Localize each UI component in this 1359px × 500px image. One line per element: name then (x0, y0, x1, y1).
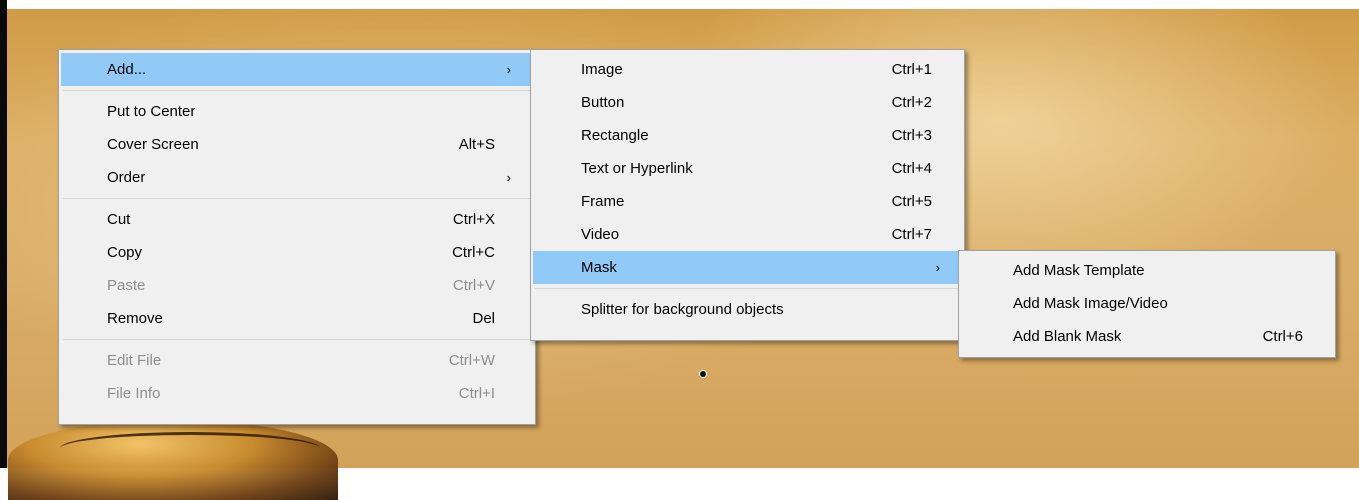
menu-item-label: Mask (581, 259, 617, 276)
menu-item-label: File Info (107, 385, 161, 402)
menu-item-label: Copy (107, 244, 143, 261)
menu-item-text-or-hyperlink[interactable]: Text or Hyperlink Ctrl+4 (533, 152, 962, 185)
menu-item-shortcut: Ctrl+2 (891, 94, 932, 111)
menu-item-add-mask-image-video[interactable]: Add Mask Image/Video (961, 287, 1333, 320)
menu-item-shortcut: Ctrl+I (458, 385, 495, 402)
menu-item-label: Video (581, 226, 620, 243)
menu-item-shortcut: Ctrl+5 (891, 193, 932, 210)
context-menu: Add... › Put to Center Cover Screen Alt+… (58, 49, 536, 425)
menu-item-shortcut: Ctrl+6 (1262, 328, 1303, 345)
menu-item-mask[interactable]: Mask › (533, 251, 962, 284)
menu-item-label: Edit File (107, 352, 162, 369)
menu-item-label: Put to Center (107, 103, 196, 120)
menu-item-cover-screen[interactable]: Cover Screen Alt+S (61, 128, 533, 161)
menu-item-video[interactable]: Video Ctrl+7 (533, 218, 962, 251)
menu-item-label: Image (581, 61, 623, 78)
menu-item-label: Order (107, 169, 146, 186)
menu-item-image[interactable]: Image Ctrl+1 (533, 53, 962, 86)
menu-item-label: Add Mask Image/Video (1013, 295, 1168, 312)
menu-item-frame[interactable]: Frame Ctrl+5 (533, 185, 962, 218)
menu-separator (63, 198, 531, 199)
menu-item-shortcut: Ctrl+X (452, 211, 495, 228)
menu-item-shortcut: Ctrl+1 (891, 61, 932, 78)
mask-submenu: Add Mask Template Add Mask Image/Video A… (958, 250, 1336, 358)
menu-item-shortcut: Ctrl+W (448, 352, 495, 369)
menu-item-rectangle[interactable]: Rectangle Ctrl+3 (533, 119, 962, 152)
menu-item-label: Cover Screen (107, 136, 199, 153)
menu-item-add[interactable]: Add... › (61, 53, 533, 86)
menu-item-shortcut: Alt+S (458, 136, 495, 153)
menu-item-edit-file: Edit File Ctrl+W (61, 344, 533, 377)
window-top-edge (0, 0, 1359, 9)
menu-separator (535, 288, 960, 289)
chevron-right-icon: › (506, 62, 511, 77)
menu-item-splitter[interactable]: Splitter for background objects (533, 293, 962, 326)
menu-item-shortcut: Del (472, 310, 495, 327)
menu-item-remove[interactable]: Remove Del (61, 302, 533, 335)
menu-item-label: Splitter for background objects (581, 301, 784, 318)
menu-item-label: Text or Hyperlink (581, 160, 693, 177)
chevron-right-icon: › (506, 170, 511, 185)
chevron-right-icon: › (935, 260, 940, 275)
add-submenu: Image Ctrl+1 Button Ctrl+2 Rectangle Ctr… (530, 49, 965, 341)
menu-separator (63, 339, 531, 340)
menu-item-cut[interactable]: Cut Ctrl+X (61, 203, 533, 236)
menu-item-label: Paste (107, 277, 146, 294)
menu-item-label: Button (581, 94, 625, 111)
menu-item-copy[interactable]: Copy Ctrl+C (61, 236, 533, 269)
menu-item-shortcut: Ctrl+4 (891, 160, 932, 177)
menu-item-shortcut: Ctrl+7 (891, 226, 932, 243)
menu-item-add-mask-template[interactable]: Add Mask Template (961, 254, 1333, 287)
menu-item-button[interactable]: Button Ctrl+2 (533, 86, 962, 119)
menu-item-label: Add Mask Template (1013, 262, 1145, 279)
cursor-icon (699, 370, 707, 378)
menu-item-label: Add Blank Mask (1013, 328, 1122, 345)
menu-item-label: Remove (107, 310, 163, 327)
window-left-edge (0, 0, 7, 468)
menu-item-shortcut: Ctrl+3 (891, 127, 932, 144)
background-glass-rim (60, 432, 320, 465)
menu-item-label: Frame (581, 193, 625, 210)
menu-item-shortcut: Ctrl+C (452, 244, 495, 261)
menu-item-paste: Paste Ctrl+V (61, 269, 533, 302)
menu-item-put-to-center[interactable]: Put to Center (61, 95, 533, 128)
menu-separator (63, 90, 531, 91)
menu-item-shortcut: Ctrl+V (452, 277, 495, 294)
menu-item-file-info: File Info Ctrl+I (61, 377, 533, 410)
menu-item-add-blank-mask[interactable]: Add Blank Mask Ctrl+6 (961, 320, 1333, 353)
menu-item-label: Add... (107, 61, 147, 78)
menu-item-label: Rectangle (581, 127, 649, 144)
menu-item-order[interactable]: Order › (61, 161, 533, 194)
menu-item-label: Cut (107, 211, 131, 228)
